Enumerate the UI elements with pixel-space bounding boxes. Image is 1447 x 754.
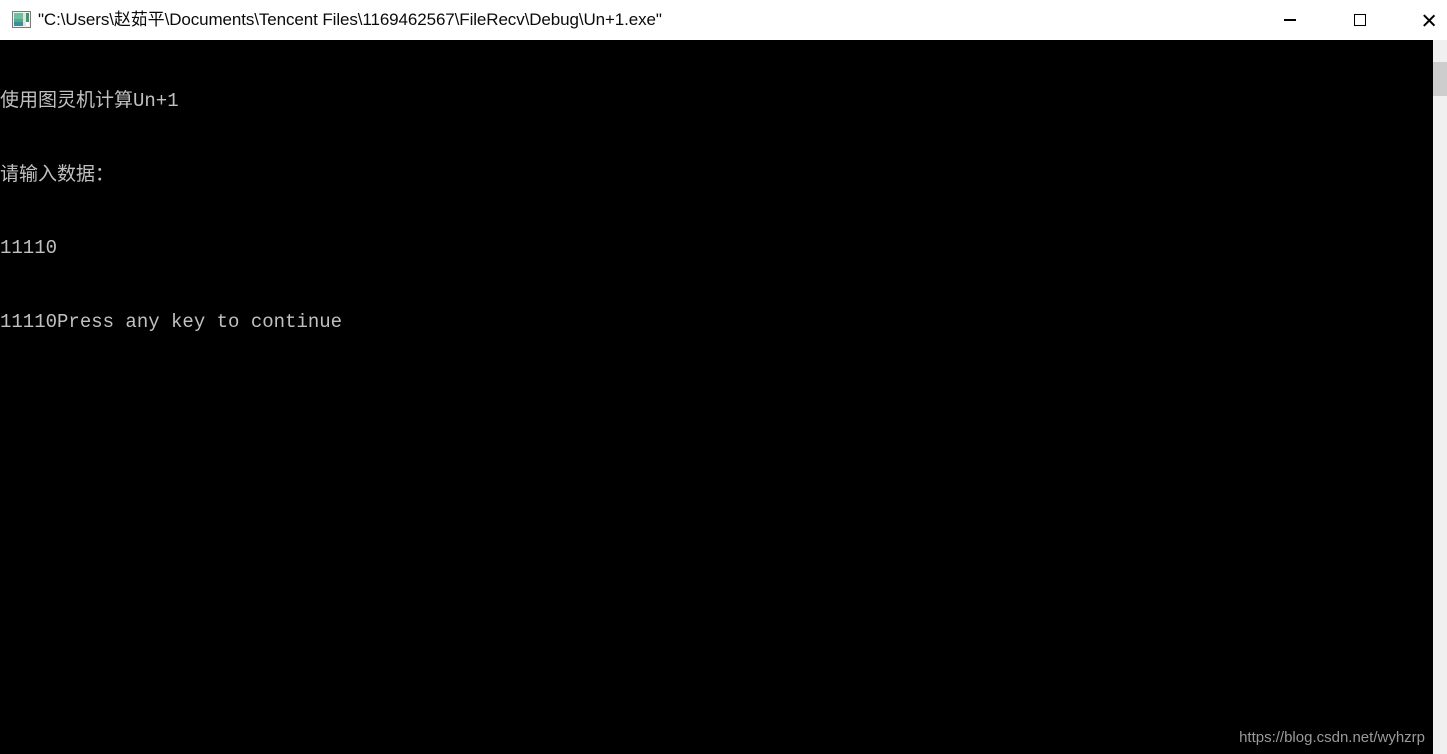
minimize-button[interactable] — [1267, 0, 1313, 40]
console-line: 使用图灵机计算Un+1 — [0, 90, 179, 112]
maximize-button[interactable] — [1337, 0, 1383, 40]
minimize-icon — [1284, 19, 1296, 21]
title-bar[interactable]: "C:\Users\赵茹平\Documents\Tencent Files\11… — [0, 0, 1447, 40]
scrollbar-thumb[interactable] — [1433, 62, 1447, 96]
watermark-text: https://blog.csdn.net/wyhzrp — [1239, 729, 1425, 746]
console-output-area[interactable]: 使用图灵机计算Un+1 请输入数据： 11110 11110Press any … — [0, 40, 1433, 754]
console-text-block: 使用图灵机计算Un+1 请输入数据： 11110 11110Press any … — [0, 40, 342, 383]
console-line: 请输入数据： — [0, 163, 115, 186]
close-button[interactable] — [1406, 0, 1447, 40]
console-application-window: "C:\Users\赵茹平\Documents\Tencent Files\11… — [0, 0, 1447, 754]
close-icon — [1422, 13, 1437, 28]
console-line: 11110Press any key to continue — [0, 310, 343, 333]
console-app-icon — [12, 11, 31, 28]
window-title: "C:\Users\赵茹平\Documents\Tencent Files\11… — [38, 10, 662, 29]
vertical-scrollbar[interactable] — [1433, 40, 1447, 754]
maximize-icon — [1354, 14, 1366, 26]
console-line: 11110 — [0, 237, 58, 259]
